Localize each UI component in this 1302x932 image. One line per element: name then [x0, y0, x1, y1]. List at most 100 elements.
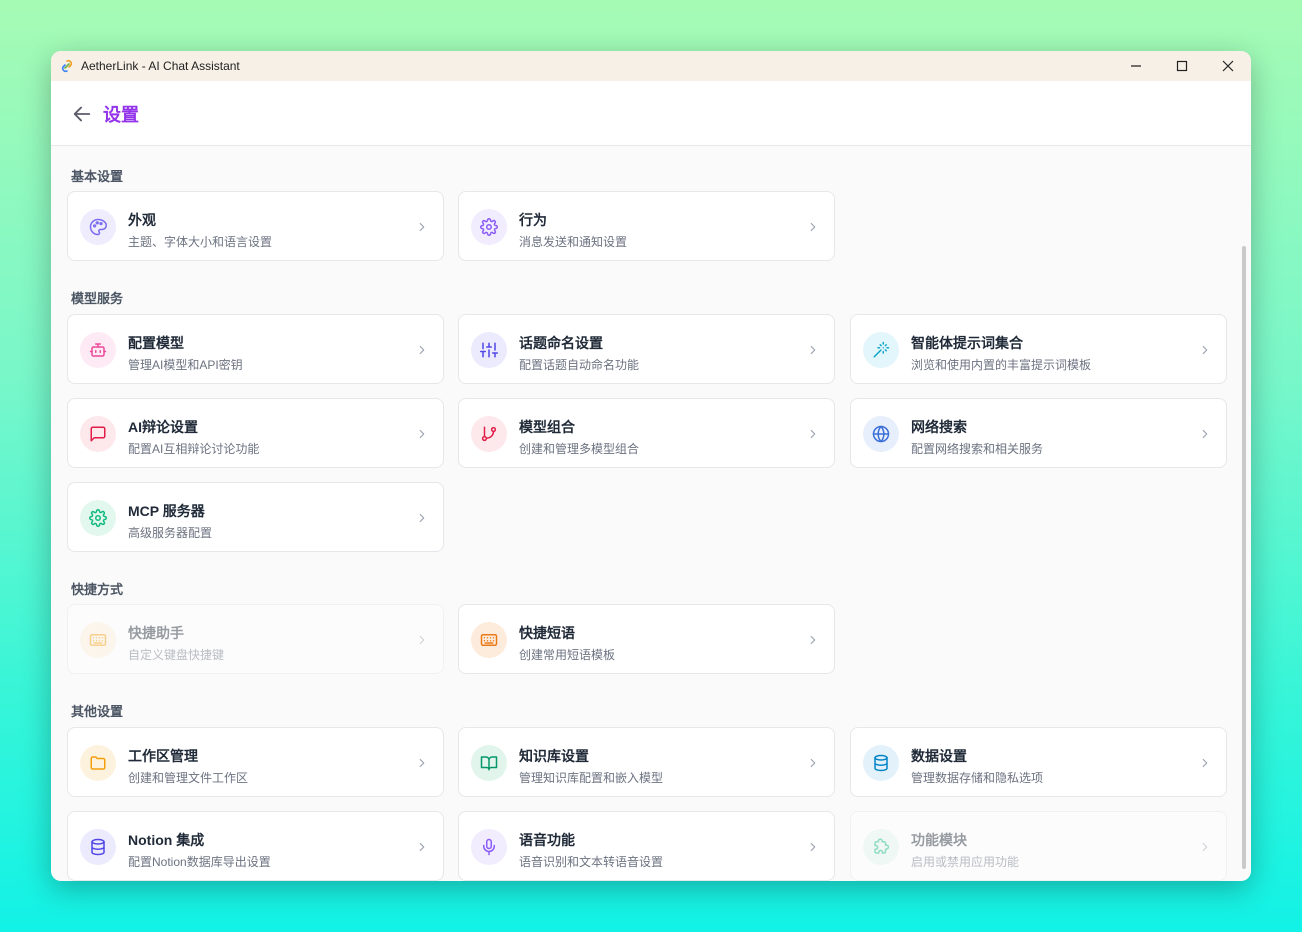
- card-quick-assistant: 快捷助手 自定义键盘快捷键: [67, 604, 444, 674]
- keyboard-icon: [80, 622, 116, 658]
- chevron-right-icon: [1202, 758, 1208, 768]
- card-title: 模型组合: [519, 419, 575, 435]
- chevron-right-icon: [419, 842, 425, 852]
- globe-icon: [863, 416, 899, 452]
- card-description: 消息发送和通知设置: [519, 235, 628, 249]
- card-title: MCP 服务器: [128, 503, 205, 519]
- card-title: 智能体提示词集合: [911, 335, 1023, 351]
- card-workspace[interactable]: 工作区管理 创建和管理文件工作区: [67, 727, 444, 797]
- page-title: 设置: [103, 105, 139, 125]
- section-title-shortcuts: 快捷方式: [71, 582, 124, 597]
- back-arrow-icon[interactable]: [71, 103, 93, 125]
- card-title: 数据设置: [911, 748, 967, 764]
- chevron-right-icon: [419, 513, 425, 523]
- maximize-button[interactable]: [1159, 51, 1205, 81]
- chevron-right-icon: [419, 635, 425, 645]
- card-title: AI辩论设置: [128, 419, 198, 435]
- close-icon: [1222, 60, 1234, 72]
- card-description: 高级服务器配置: [128, 526, 213, 540]
- microphone-icon: [471, 829, 507, 865]
- settings-content: 基本设置 外观 主题、字体大小和语言设置 行为 消息发送和通知设置 模型服务 配…: [51, 146, 1251, 881]
- chevron-right-icon: [1202, 429, 1208, 439]
- card-title: 网络搜索: [911, 419, 967, 435]
- card-description: 浏览和使用内置的丰富提示词模板: [911, 358, 1092, 372]
- close-button[interactable]: [1205, 51, 1251, 81]
- section-title-model-services: 模型服务: [71, 291, 124, 306]
- card-title: 话题命名设置: [519, 335, 603, 351]
- chevron-right-icon: [419, 345, 425, 355]
- database-icon: [80, 829, 116, 865]
- card-title: 配置模型: [128, 335, 184, 351]
- card-description: 启用或禁用应用功能: [911, 855, 1020, 869]
- minimize-icon: [1131, 65, 1141, 67]
- card-title: 外观: [128, 212, 156, 228]
- card-description: 配置Notion数据库导出设置: [128, 855, 271, 869]
- gear-icon: [80, 500, 116, 536]
- chevron-right-icon: [419, 758, 425, 768]
- chevron-right-icon: [810, 758, 816, 768]
- card-appearance[interactable]: 外观 主题、字体大小和语言设置: [67, 191, 444, 261]
- card-title: Notion 集成: [128, 832, 205, 848]
- page-header: 设置: [51, 81, 1251, 146]
- bot-icon: [80, 332, 116, 368]
- chevron-right-icon: [1202, 842, 1208, 852]
- card-description: 配置AI互相辩论讨论功能: [128, 442, 260, 456]
- card-description: 创建和管理多模型组合: [519, 442, 640, 456]
- database-icon: [863, 745, 899, 781]
- card-feature-modules: 功能模块 启用或禁用应用功能: [850, 811, 1227, 881]
- card-web-search[interactable]: 网络搜索 配置网络搜索和相关服务: [850, 398, 1227, 468]
- card-ai-debate[interactable]: AI辩论设置 配置AI互相辩论讨论功能: [67, 398, 444, 468]
- card-data[interactable]: 数据设置 管理数据存储和隐私选项: [850, 727, 1227, 797]
- folder-icon: [80, 745, 116, 781]
- card-description: 管理数据存储和隐私选项: [911, 771, 1044, 785]
- title-bar: AetherLink - AI Chat Assistant: [51, 51, 1251, 81]
- card-description: 创建常用短语模板: [519, 648, 616, 662]
- app-logo-icon: [61, 59, 73, 73]
- puzzle-icon: [863, 829, 899, 865]
- scrollbar[interactable]: [1242, 246, 1246, 869]
- card-description: 创建和管理文件工作区: [128, 771, 249, 785]
- card-notion[interactable]: Notion 集成 配置Notion数据库导出设置: [67, 811, 444, 881]
- chevron-right-icon: [810, 842, 816, 852]
- card-description: 管理知识库配置和嵌入模型: [519, 771, 664, 785]
- card-title: 功能模块: [911, 832, 967, 848]
- message-icon: [80, 416, 116, 452]
- chevron-right-icon: [810, 345, 816, 355]
- maximize-icon: [1176, 60, 1188, 72]
- card-quick-phrases[interactable]: 快捷短语 创建常用短语模板: [458, 604, 835, 674]
- card-voice[interactable]: 语音功能 语音识别和文本转语音设置: [458, 811, 835, 881]
- card-agent-prompts[interactable]: 智能体提示词集合 浏览和使用内置的丰富提示词模板: [850, 314, 1227, 384]
- app-window: AetherLink - AI Chat Assistant 设置 基本设置 外…: [51, 51, 1251, 881]
- chevron-right-icon: [419, 222, 425, 232]
- palette-icon: [80, 209, 116, 245]
- section-title-other: 其他设置: [71, 704, 124, 719]
- magic-wand-icon: [863, 332, 899, 368]
- section-title-basic: 基本设置: [71, 169, 124, 184]
- chevron-right-icon: [419, 429, 425, 439]
- card-description: 配置网络搜索和相关服务: [911, 442, 1044, 456]
- card-description: 管理AI模型和API密钥: [128, 358, 243, 372]
- card-knowledge[interactable]: 知识库设置 管理知识库配置和嵌入模型: [458, 727, 835, 797]
- chevron-right-icon: [1202, 345, 1208, 355]
- minimize-button[interactable]: [1113, 51, 1159, 81]
- card-model-combo[interactable]: 模型组合 创建和管理多模型组合: [458, 398, 835, 468]
- card-title: 快捷短语: [519, 625, 575, 641]
- card-description: 主题、字体大小和语言设置: [128, 235, 273, 249]
- chevron-right-icon: [810, 222, 816, 232]
- gear-icon: [471, 209, 507, 245]
- card-description: 语音识别和文本转语音设置: [519, 855, 664, 869]
- book-open-icon: [471, 745, 507, 781]
- card-behavior[interactable]: 行为 消息发送和通知设置: [458, 191, 835, 261]
- sliders-icon: [471, 332, 507, 368]
- chevron-right-icon: [810, 429, 816, 439]
- card-mcp-server[interactable]: MCP 服务器 高级服务器配置: [67, 482, 444, 552]
- git-branch-icon: [471, 416, 507, 452]
- card-title: 工作区管理: [128, 748, 198, 764]
- card-model-config[interactable]: 配置模型 管理AI模型和API密钥: [67, 314, 444, 384]
- card-title: 快捷助手: [128, 625, 184, 641]
- card-title: 语音功能: [519, 832, 575, 848]
- keyboard-icon: [471, 622, 507, 658]
- card-title: 知识库设置: [519, 748, 589, 764]
- card-topic-naming[interactable]: 话题命名设置 配置话题自动命名功能: [458, 314, 835, 384]
- chevron-right-icon: [810, 635, 816, 645]
